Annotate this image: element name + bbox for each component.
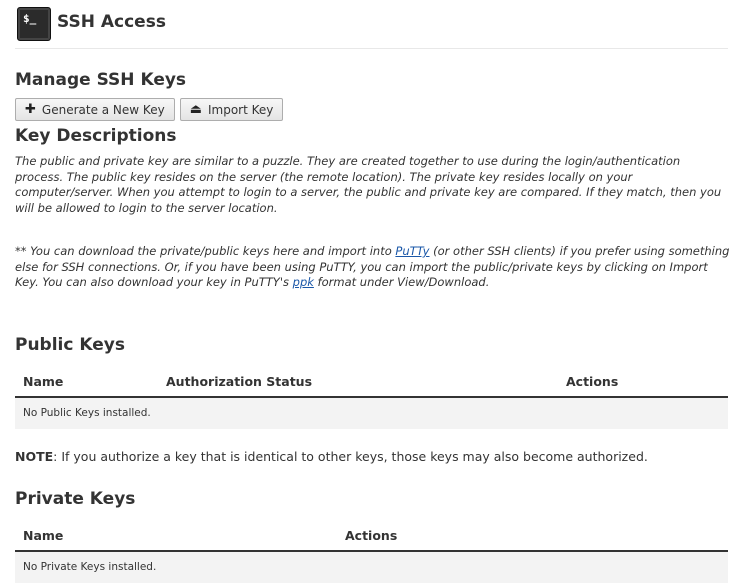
- page-header: $_ SSH Access: [15, 5, 728, 49]
- private-keys-heading: Private Keys: [15, 489, 136, 509]
- public-keys-heading: Public Keys: [15, 335, 125, 355]
- column-header-name: Name: [23, 528, 64, 543]
- note-label: NOTE: [15, 449, 54, 464]
- private-keys-header: Name Actions: [15, 523, 728, 552]
- key-description-paragraph: The public and private key are similar t…: [15, 154, 722, 215]
- import-icon: ⏏: [189, 102, 202, 117]
- putty-text-3: format under View/Download.: [313, 275, 490, 289]
- ppk-link[interactable]: ppk: [293, 275, 314, 289]
- putty-text-1: ** You can download the private/public k…: [15, 244, 396, 258]
- putty-link[interactable]: PuTTy: [395, 244, 429, 258]
- putty-info-paragraph: ** You can download the private/public k…: [15, 244, 731, 291]
- manage-keys-heading: Manage SSH Keys: [15, 70, 187, 90]
- import-key-label: Import Key: [207, 102, 274, 117]
- ssh-access-page: $_ SSH Access Manage SSH Keys ✚ Generate…: [0, 0, 736, 586]
- key-descriptions-heading: Key Descriptions: [15, 126, 177, 146]
- note-text: : If you authorize a key that is identic…: [53, 449, 648, 464]
- page-title: SSH Access: [57, 12, 166, 32]
- private-keys-table: Name Actions No Private Keys installed.: [15, 523, 728, 583]
- generate-key-label: Generate a New Key: [41, 102, 165, 117]
- generate-key-button[interactable]: ✚ Generate a New Key: [15, 98, 175, 121]
- public-keys-header: Name Authorization Status Actions: [15, 369, 728, 398]
- authorization-note: NOTE: If you authorize a key that is ide…: [15, 449, 648, 464]
- private-keys-empty-row: No Private Keys installed.: [15, 552, 728, 583]
- column-header-actions: Actions: [566, 374, 619, 389]
- import-key-button[interactable]: ⏏ Import Key: [179, 98, 284, 121]
- column-header-authorization-status: Authorization Status: [166, 374, 313, 389]
- column-header-actions: Actions: [345, 528, 398, 543]
- public-keys-empty-row: No Public Keys installed.: [15, 398, 728, 429]
- terminal-icon: $_: [17, 7, 51, 41]
- column-header-name: Name: [23, 374, 64, 389]
- plus-icon: ✚: [25, 102, 36, 117]
- public-keys-table: Name Authorization Status Actions No Pub…: [15, 369, 728, 429]
- key-actions-toolbar: ✚ Generate a New Key ⏏ Import Key: [15, 98, 284, 121]
